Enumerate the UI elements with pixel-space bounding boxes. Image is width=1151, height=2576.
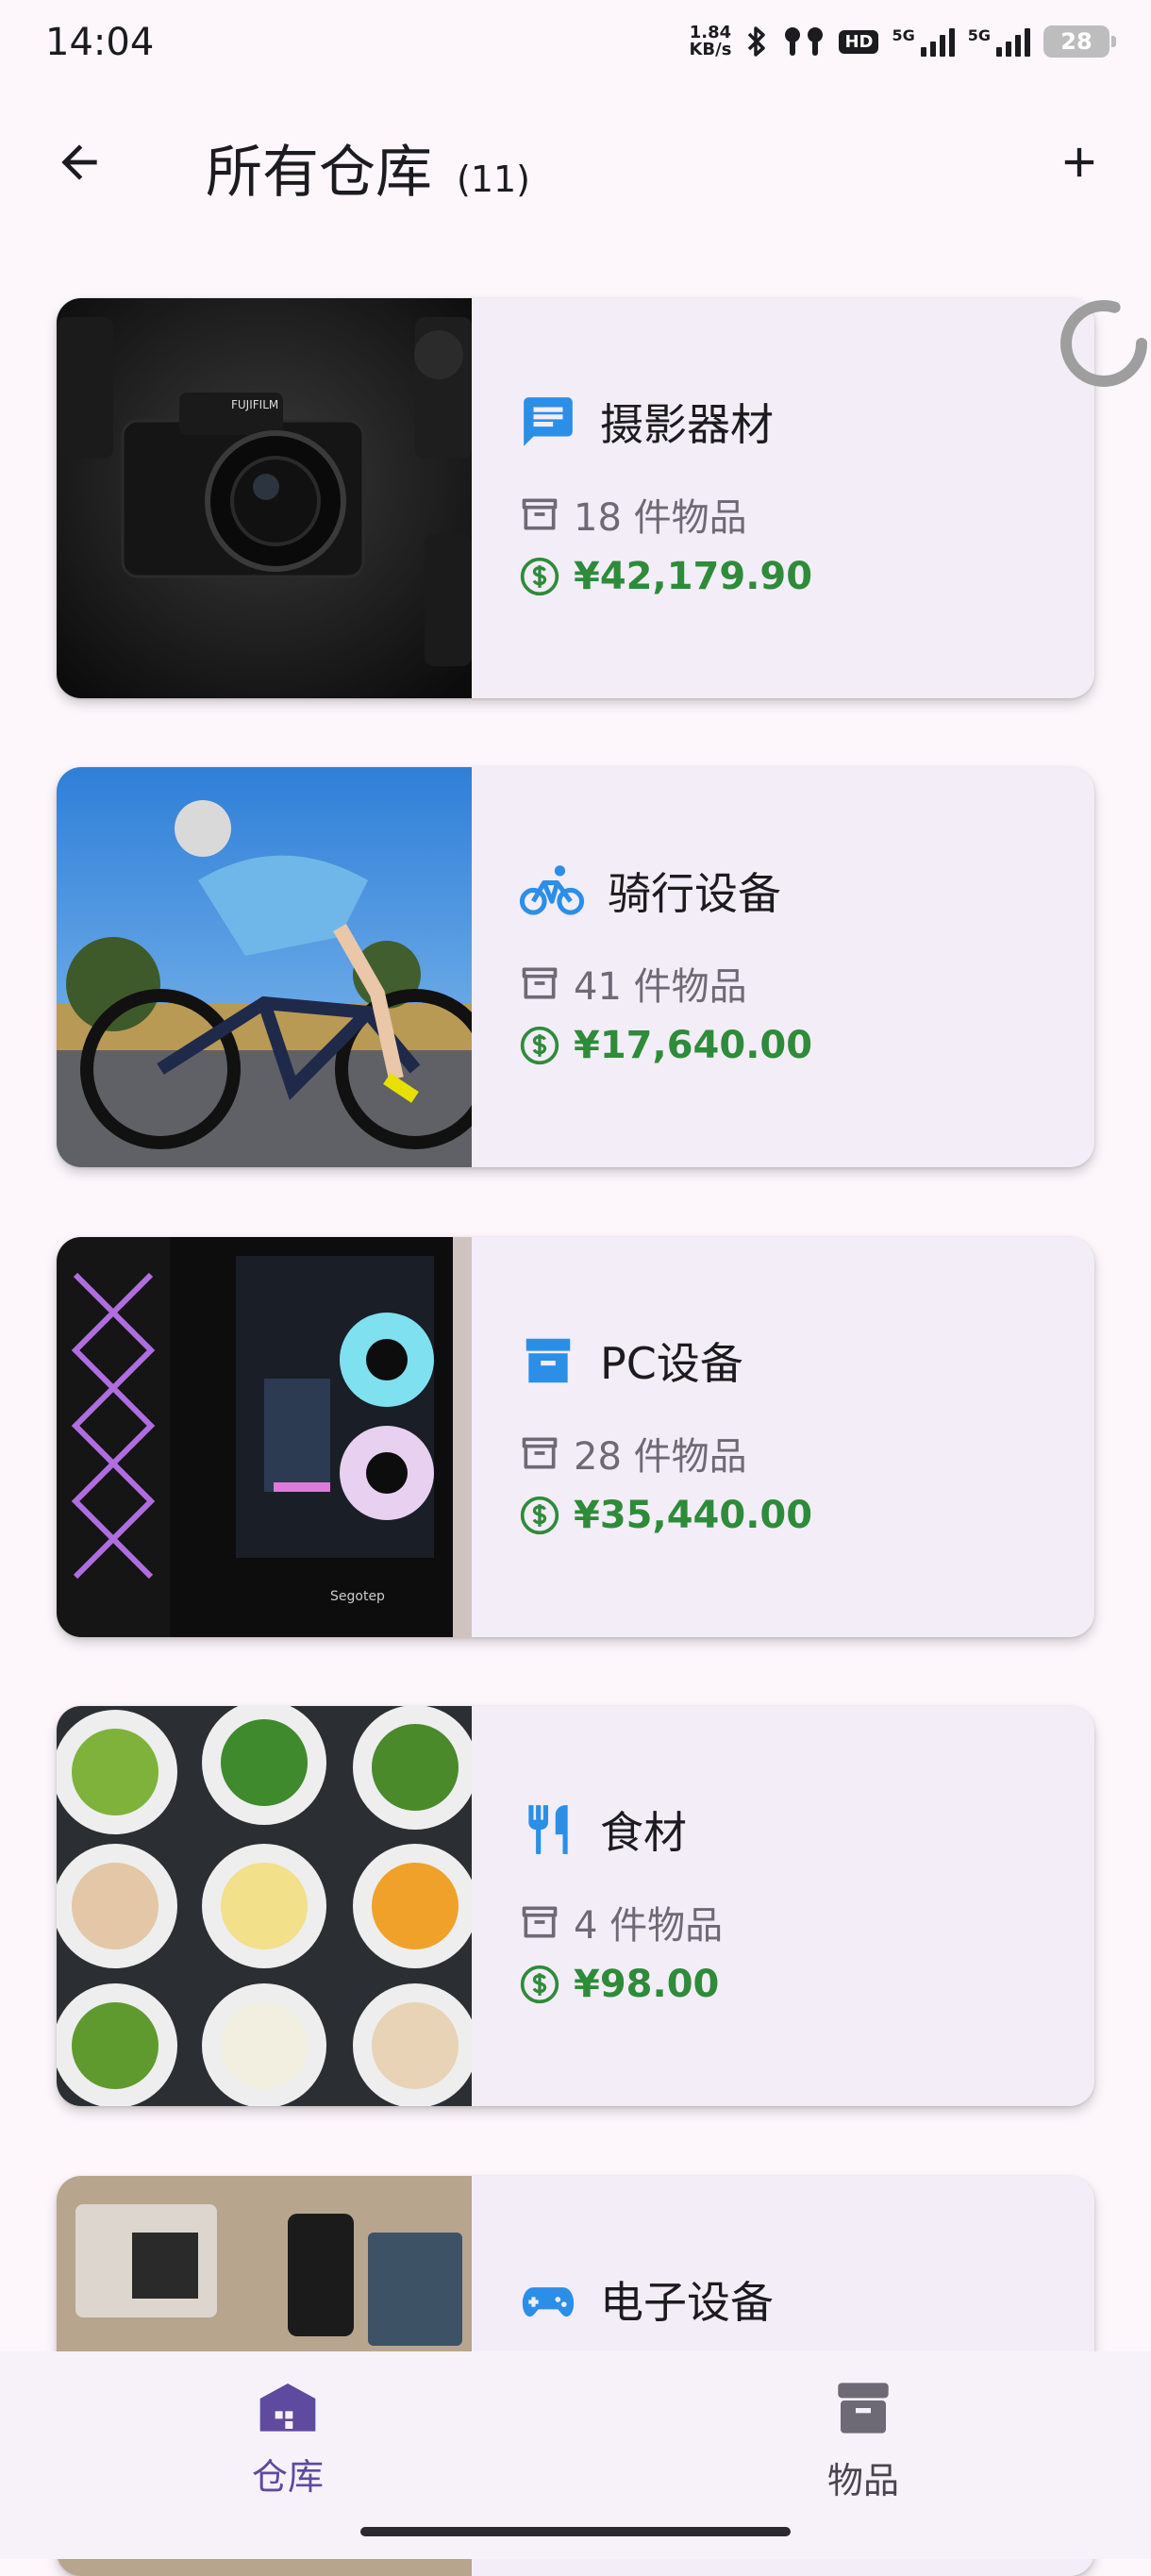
status-bar: 14:04 1.84 KB/s HD 5G 5G 28 bbox=[0, 0, 1151, 94]
gamepad-icon bbox=[522, 2287, 575, 2317]
item-count: 18 件物品 bbox=[574, 496, 747, 540]
card-info: PC设备 28 件物品 ¥35,440.00 bbox=[519, 1237, 1094, 1637]
total-value: ¥98.00 bbox=[574, 1963, 720, 2006]
food-photo bbox=[57, 1706, 472, 2106]
message-icon bbox=[524, 397, 573, 446]
hd-badge: HD bbox=[839, 29, 879, 54]
card-title-row: 摄影器材 bbox=[519, 391, 774, 453]
add-warehouse-button[interactable] bbox=[1042, 125, 1117, 200]
app-bar: 所有仓库 (11) bbox=[0, 104, 1151, 217]
dollar-circle-icon bbox=[520, 557, 559, 596]
svg-text:FUJIFILM: FUJIFILM bbox=[231, 398, 278, 411]
warehouse-name: 摄影器材 bbox=[600, 399, 774, 450]
signal-1-icon: 5G bbox=[892, 26, 955, 57]
warehouse-card-pc[interactable]: Segotep PC设备 28 件物品 ¥35,440.00 bbox=[57, 1237, 1094, 1637]
warehouse-card-photography[interactable]: FUJIFILM 摄影器材 18 件物品 ¥42,179.90 bbox=[57, 298, 1094, 698]
dollar-circle-icon bbox=[520, 1965, 559, 2004]
total-value: ¥17,640.00 bbox=[574, 1024, 813, 1067]
battery-icon: 28 bbox=[1043, 25, 1116, 58]
card-title-row: 电子设备 bbox=[519, 2268, 774, 2331]
card-title-row: PC设备 bbox=[519, 1330, 743, 1392]
earbuds-icon bbox=[782, 25, 826, 58]
warehouse-name: 骑行设备 bbox=[608, 868, 781, 919]
home-indicator[interactable] bbox=[360, 2527, 791, 2536]
svg-text:Segotep: Segotep bbox=[330, 1589, 385, 1604]
total-value: ¥42,179.90 bbox=[574, 555, 813, 598]
item-count: 41 件物品 bbox=[574, 965, 747, 1009]
nav-item-warehouse[interactable]: 仓库 bbox=[175, 2378, 401, 2500]
net-speed-unit: KB/s bbox=[689, 40, 732, 59]
dollar-circle-icon bbox=[520, 1496, 559, 1535]
warehouse-icon bbox=[259, 2384, 316, 2432]
warehouse-name: 食材 bbox=[600, 1807, 687, 1858]
archive-icon bbox=[838, 2383, 889, 2434]
value-row: ¥42,179.90 bbox=[519, 555, 812, 598]
warehouse-card-cycling[interactable]: 骑行设备 41 件物品 ¥17,640.00 bbox=[57, 767, 1094, 1167]
warehouse-card-food[interactable]: 食材 4 件物品 ¥98.00 bbox=[57, 1706, 1094, 2106]
item-count-row: 41 件物品 bbox=[519, 956, 747, 1011]
page-title: 所有仓库 bbox=[206, 140, 432, 206]
nav-item-items[interactable]: 物品 bbox=[750, 2378, 976, 2503]
utensils-icon bbox=[528, 1805, 568, 1854]
signal-2-label: 5G bbox=[967, 26, 991, 44]
pc-case-photo: Segotep bbox=[57, 1237, 472, 1637]
bluetooth-icon bbox=[744, 25, 769, 58]
value-row: ¥35,440.00 bbox=[519, 1494, 812, 1537]
archive-icon bbox=[522, 498, 558, 530]
card-title-row: 食材 bbox=[519, 1798, 687, 1861]
archive-icon bbox=[522, 967, 558, 999]
warehouse-name: 电子设备 bbox=[600, 2277, 774, 2328]
title-wrap: 所有仓库 (11) bbox=[206, 126, 530, 209]
item-count-row: 4 件物品 bbox=[519, 1895, 723, 1949]
card-title-row: 骑行设备 bbox=[519, 860, 781, 922]
signal-2-icon: 5G bbox=[968, 26, 1030, 57]
archive-icon bbox=[522, 1437, 558, 1469]
warehouse-count: (11) bbox=[457, 159, 531, 200]
archive-icon bbox=[525, 1338, 571, 1383]
card-info: 食材 4 件物品 ¥98.00 bbox=[519, 1706, 1094, 2106]
card-info: 摄影器材 18 件物品 ¥42,179.90 bbox=[519, 298, 1094, 698]
back-button[interactable] bbox=[42, 125, 117, 200]
total-value: ¥35,440.00 bbox=[574, 1494, 813, 1537]
dollar-circle-icon bbox=[520, 1026, 559, 1065]
arrow-left-icon bbox=[61, 144, 97, 180]
nav-label-items: 物品 bbox=[826, 2460, 899, 2501]
status-icons: 1.84 KB/s HD 5G 5G 28 bbox=[689, 25, 1116, 59]
warehouse-name: PC设备 bbox=[600, 1338, 743, 1389]
item-count-row: 28 件物品 bbox=[519, 1426, 747, 1480]
status-time: 14:04 bbox=[45, 21, 155, 64]
signal-1-label: 5G bbox=[892, 26, 915, 44]
item-count-row: 18 件物品 bbox=[519, 487, 747, 542]
nav-label-warehouse: 仓库 bbox=[251, 2456, 324, 2498]
camera-photo: FUJIFILM bbox=[57, 298, 472, 698]
card-info: 骑行设备 41 件物品 ¥17,640.00 bbox=[519, 767, 1094, 1167]
loading-spinner-icon bbox=[1060, 300, 1147, 387]
item-count: 28 件物品 bbox=[574, 1435, 747, 1479]
value-row: ¥98.00 bbox=[519, 1963, 719, 2006]
net-speed: 1.84 KB/s bbox=[689, 25, 731, 59]
plus-icon bbox=[1064, 147, 1094, 177]
cyclist-photo bbox=[57, 767, 472, 1167]
archive-icon bbox=[522, 1906, 558, 1938]
item-count: 4 件物品 bbox=[574, 1904, 724, 1948]
bicycle-icon bbox=[519, 865, 585, 915]
value-row: ¥17,640.00 bbox=[519, 1024, 812, 1067]
